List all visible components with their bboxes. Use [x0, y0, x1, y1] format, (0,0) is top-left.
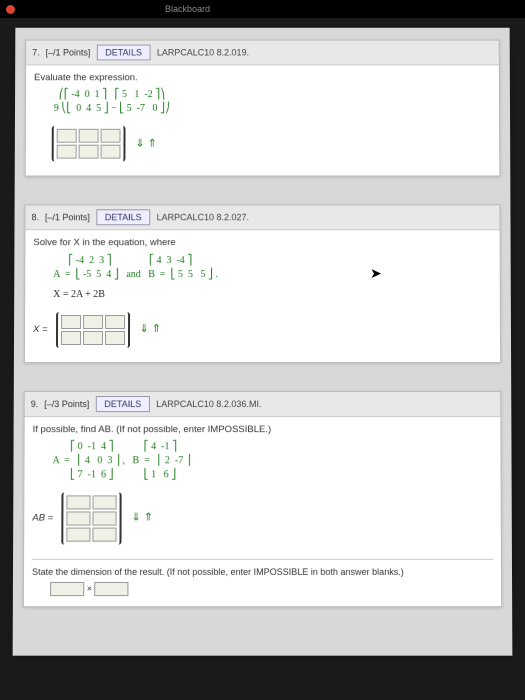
- matrix-cell[interactable]: [79, 145, 99, 159]
- page-content: 7. [–/1 Points] DETAILS LARPCALC10 8.2.0…: [13, 28, 513, 656]
- dimension-separator: ×: [87, 584, 92, 594]
- expression: ⎡ -4 2 3 ⎤ ⎡ 4 3 -4 ⎤ A = ⎣ -5 5 4 ⎦ and…: [53, 254, 472, 282]
- details-button[interactable]: DETAILS: [95, 396, 150, 412]
- expand-arrows-icon[interactable]: ⇓ ⇑: [131, 511, 153, 526]
- matrix-cell[interactable]: [101, 129, 121, 143]
- prompt-text: If possible, find AB. (If not possible, …: [33, 423, 493, 436]
- result-label: X =: [33, 323, 48, 336]
- result-label: AB =: [32, 512, 53, 525]
- dimension-input[interactable]: [50, 582, 84, 596]
- matrix-cell[interactable]: [92, 495, 116, 509]
- prompt-text: Solve for X in the equation, where: [33, 237, 491, 250]
- problem-code: LARPCALC10 8.2.019.: [157, 48, 249, 58]
- cursor-icon: ➤: [370, 265, 382, 282]
- matrix-cell[interactable]: [105, 331, 125, 345]
- details-button[interactable]: DETAILS: [96, 210, 151, 226]
- question-8: 8. [–/1 Points] DETAILS LARPCALC10 8.2.0…: [24, 205, 501, 363]
- question-number: 8.: [31, 213, 39, 223]
- matrix-cell[interactable]: [83, 331, 103, 345]
- question-7: 7. [–/1 Points] DETAILS LARPCALC10 8.2.0…: [25, 40, 501, 177]
- matrix-cell[interactable]: [61, 331, 81, 345]
- matrix-cell[interactable]: [61, 315, 81, 329]
- points-label: [–/3 Points]: [44, 399, 89, 409]
- close-icon[interactable]: [6, 5, 15, 14]
- matrix-cell[interactable]: [105, 315, 125, 329]
- matrix-cell[interactable]: [79, 129, 99, 143]
- question-number: 9.: [31, 399, 39, 409]
- matrix-cell[interactable]: [92, 527, 116, 541]
- matrix-cell[interactable]: [57, 129, 77, 143]
- question-9: 9. [–/3 Points] DETAILS LARPCALC10 8.2.0…: [23, 391, 502, 608]
- answer-matrix: ⇓ ⇑: [52, 126, 157, 162]
- matrix-cell[interactable]: [101, 145, 121, 159]
- dimension-prompt: State the dimension of the result. (If n…: [32, 567, 404, 577]
- expand-arrows-icon[interactable]: ⇓ ⇑: [140, 322, 162, 337]
- question-header: 7. [–/1 Points] DETAILS LARPCALC10 8.2.0…: [26, 41, 499, 66]
- matrix-cell[interactable]: [92, 511, 116, 525]
- prompt-text: Evaluate the expression.: [34, 71, 491, 84]
- matrix-cell[interactable]: [66, 511, 90, 525]
- dimension-input[interactable]: [95, 582, 129, 596]
- matrix-cell[interactable]: [57, 145, 77, 159]
- dimension-section: State the dimension of the result. (If n…: [32, 559, 493, 597]
- matrix-cell[interactable]: [83, 315, 103, 329]
- expression: ⎡ 0 -1 4 ⎤ ⎡ 4 -1 ⎤ A = ⎢ 4 0 3 ⎥ , B = …: [52, 440, 472, 482]
- expand-arrows-icon[interactable]: ⇓ ⇑: [135, 136, 156, 151]
- details-button[interactable]: DETAILS: [96, 45, 151, 61]
- matrix-cell[interactable]: [66, 495, 90, 509]
- points-label: [–/1 Points]: [46, 48, 91, 58]
- app-title: Blackboard: [165, 4, 210, 14]
- problem-code: LARPCALC10 8.2.027.: [157, 213, 249, 223]
- question-header: 9. [–/3 Points] DETAILS LARPCALC10 8.2.0…: [25, 392, 501, 417]
- question-header: 8. [–/1 Points] DETAILS LARPCALC10 8.2.0…: [25, 206, 499, 231]
- question-number: 7.: [32, 48, 40, 58]
- top-bar: Blackboard: [0, 0, 525, 18]
- points-label: [–/1 Points]: [45, 213, 90, 223]
- matrix-cell[interactable]: [66, 527, 90, 541]
- problem-code: LARPCALC10 8.2.036.MI.: [156, 399, 261, 409]
- expression: ⎛⎡ -4 0 1 ⎤ ⎡ 5 1 -2 ⎤⎞ 9 ⎝⎣ 0 4 5 ⎦ − ⎣…: [54, 88, 471, 116]
- equation: X = 2A + 2B: [53, 288, 472, 302]
